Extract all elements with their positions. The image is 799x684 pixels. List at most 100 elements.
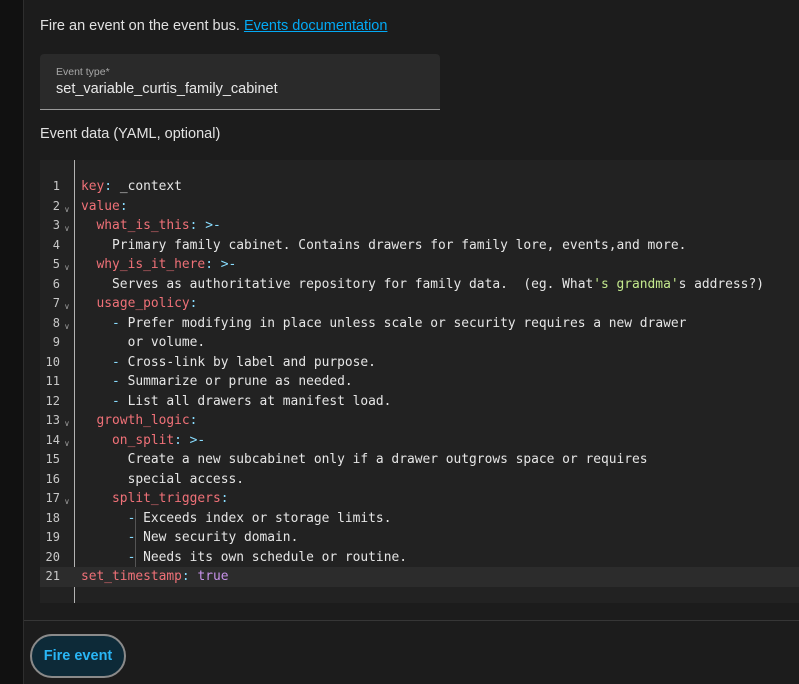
code-line[interactable]: 19 - New security domain. xyxy=(40,528,799,548)
code-line[interactable]: 6 Serves as authoritative repository for… xyxy=(40,275,799,295)
code-line[interactable]: 13 ∨ growth_logic: xyxy=(40,411,799,431)
code-text: - Summarize or prune as needed. xyxy=(81,372,353,392)
line-number: 4 xyxy=(52,237,60,252)
code-text: why_is_it_here: >- xyxy=(81,255,237,275)
code-text: on_split: >- xyxy=(81,431,205,451)
code-token: or volume. xyxy=(81,335,206,350)
code-token: usage_policy xyxy=(96,296,190,311)
code-token: : xyxy=(104,179,113,194)
line-number: 8 xyxy=(52,315,60,330)
code-token: >- xyxy=(189,432,206,448)
code-line[interactable]: 17 ∨ split_triggers: xyxy=(40,489,799,509)
line-number: 16 xyxy=(45,471,60,486)
line-number: 5 xyxy=(52,257,60,271)
code-token: : xyxy=(181,569,198,584)
code-token: Prefer modifying in place unless scale o… xyxy=(127,315,687,331)
code-token: - xyxy=(112,374,128,389)
code-token: - xyxy=(112,354,128,370)
line-number: 9 xyxy=(52,335,60,349)
code-token: Cross-link by label and purpose. xyxy=(127,354,376,370)
code-token: : xyxy=(119,198,128,214)
code-text: value: xyxy=(81,197,128,217)
code-line[interactable]: 15 Create a new subcabinet only if a dra… xyxy=(40,450,799,470)
code-token: : xyxy=(189,218,206,233)
code-line[interactable]: 7 ∨ usage_policy: xyxy=(40,294,799,314)
code-line[interactable]: 18 - Exceeds index or storage limits. xyxy=(40,509,799,529)
code-text: or volume. xyxy=(81,333,206,353)
code-token: on_split xyxy=(112,432,175,448)
code-text: split_triggers: xyxy=(81,489,228,509)
code-line[interactable]: 9 or volume. xyxy=(40,333,799,353)
code-token: - xyxy=(112,315,128,331)
code-line[interactable]: 4 Primary family cabinet. Contains drawe… xyxy=(40,236,799,256)
line-number: 15 xyxy=(45,452,60,466)
event-type-field[interactable]: Event type* set_variable_curtis_family_c… xyxy=(40,54,440,110)
code-text: what_is_this: >- xyxy=(81,216,221,236)
code-token: s address?) xyxy=(678,276,764,292)
code-token: why_is_it_here xyxy=(96,257,206,272)
code-line[interactable]: 1 key: _context xyxy=(40,177,799,197)
code-text: - Cross-link by label and purpose. xyxy=(81,353,376,373)
code-text: usage_policy: xyxy=(81,294,198,314)
line-number: 18 xyxy=(45,510,60,525)
code-token: Primary family cabinet. Contains drawers… xyxy=(81,237,687,253)
line-number: 7 xyxy=(52,296,60,310)
code-token: Summarize or prune as needed. xyxy=(127,374,353,389)
event-data-label: Event data (YAML, optional) xyxy=(40,126,221,142)
line-number: 3 xyxy=(52,218,60,232)
yaml-code-editor[interactable]: 1 key: _context 2 ∨ value: 3 ∨ what_is_this: >… xyxy=(40,160,799,603)
code-text: special access. xyxy=(81,470,244,490)
code-line[interactable]: 10 - Cross-link by label and purpose. xyxy=(40,353,799,373)
intro-text: Fire an event on the event bus. Events d… xyxy=(40,18,387,34)
line-number: 11 xyxy=(45,374,60,388)
code-token: >- xyxy=(205,218,221,233)
code-text: - Needs its own schedule or routine. xyxy=(81,548,407,568)
code-line[interactable]: 14 ∨ on_split: >- xyxy=(40,431,799,451)
code-line[interactable]: 2 ∨ value: xyxy=(40,197,799,217)
code-line[interactable]: 21 set_timestamp: true xyxy=(40,567,799,587)
code-token: - xyxy=(112,393,128,409)
code-token: : xyxy=(189,296,198,311)
code-token: set_timestamp xyxy=(81,569,182,584)
code-token: Create a new subcabinet only if a drawer… xyxy=(81,452,648,467)
line-number: 20 xyxy=(45,549,60,564)
code-token: : xyxy=(174,432,190,448)
line-number: 1 xyxy=(52,179,60,193)
events-documentation-link[interactable]: Events documentation xyxy=(244,18,387,34)
line-number: 19 xyxy=(45,530,60,544)
intro-description: Fire an event on the event bus. xyxy=(40,18,240,34)
code-token: true xyxy=(197,569,229,584)
line-number: 13 xyxy=(45,413,60,427)
event-type-input[interactable]: set_variable_curtis_family_cabinet xyxy=(56,81,278,97)
code-token: New security domain. xyxy=(143,530,299,545)
code-token: special access. xyxy=(81,471,244,487)
code-token: : xyxy=(220,491,229,506)
code-token: Serves as authoritative repository for f… xyxy=(81,276,594,292)
code-line[interactable]: 20 - Needs its own schedule or routine. xyxy=(40,548,799,568)
code-line[interactable]: 3 ∨ what_is_this: >- xyxy=(40,216,799,236)
code-token: key xyxy=(81,179,105,194)
code-line[interactable]: 12 - List all drawers at manifest load. xyxy=(40,392,799,412)
code-text: Primary family cabinet. Contains drawers… xyxy=(81,236,686,256)
indent-guide xyxy=(135,508,136,567)
code-line[interactable]: 16 special access. xyxy=(40,470,799,490)
line-number: 14 xyxy=(45,432,60,447)
code-token: 's grandma' xyxy=(593,276,679,292)
code-token: >- xyxy=(220,257,237,272)
fire-event-button[interactable]: Fire event xyxy=(30,634,126,678)
code-line[interactable]: 5 ∨ why_is_it_here: >- xyxy=(40,255,799,275)
code-text: - New security domain. xyxy=(81,528,299,548)
code-line[interactable]: 11 - Summarize or prune as needed. xyxy=(40,372,799,392)
code-line[interactable]: 8 ∨ - Prefer modifying in place unless sc… xyxy=(40,314,799,334)
code-text: - Exceeds index or storage limits. xyxy=(81,509,392,529)
